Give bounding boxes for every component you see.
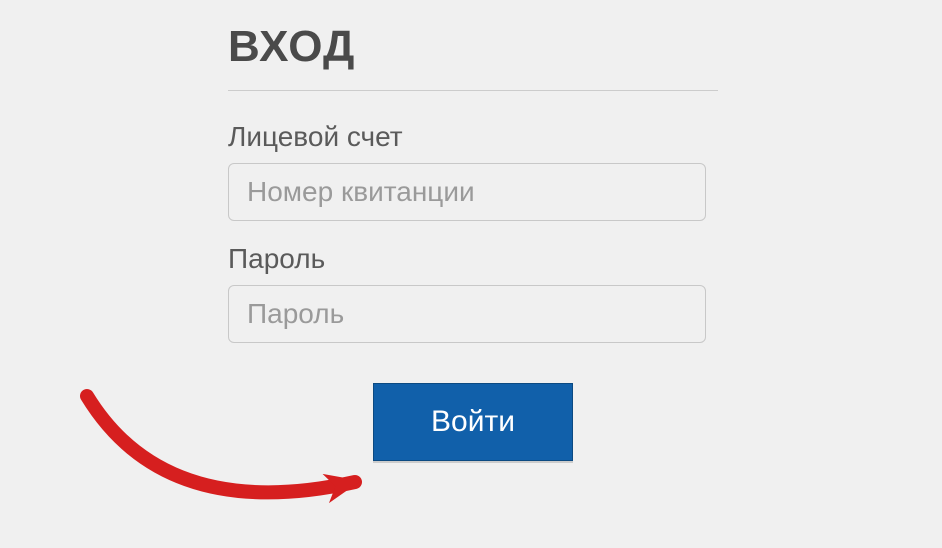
account-label: Лицевой счет <box>228 121 718 153</box>
password-label: Пароль <box>228 243 718 275</box>
submit-row: Войти <box>228 383 718 461</box>
title-divider <box>228 90 718 91</box>
account-field-group: Лицевой счет <box>228 121 718 221</box>
account-input[interactable] <box>228 163 706 221</box>
login-form: ВХОД Лицевой счет Пароль Войти <box>228 22 718 461</box>
login-button[interactable]: Войти <box>373 383 573 461</box>
password-field-group: Пароль <box>228 243 718 343</box>
password-input[interactable] <box>228 285 706 343</box>
page-title: ВХОД <box>228 22 718 72</box>
